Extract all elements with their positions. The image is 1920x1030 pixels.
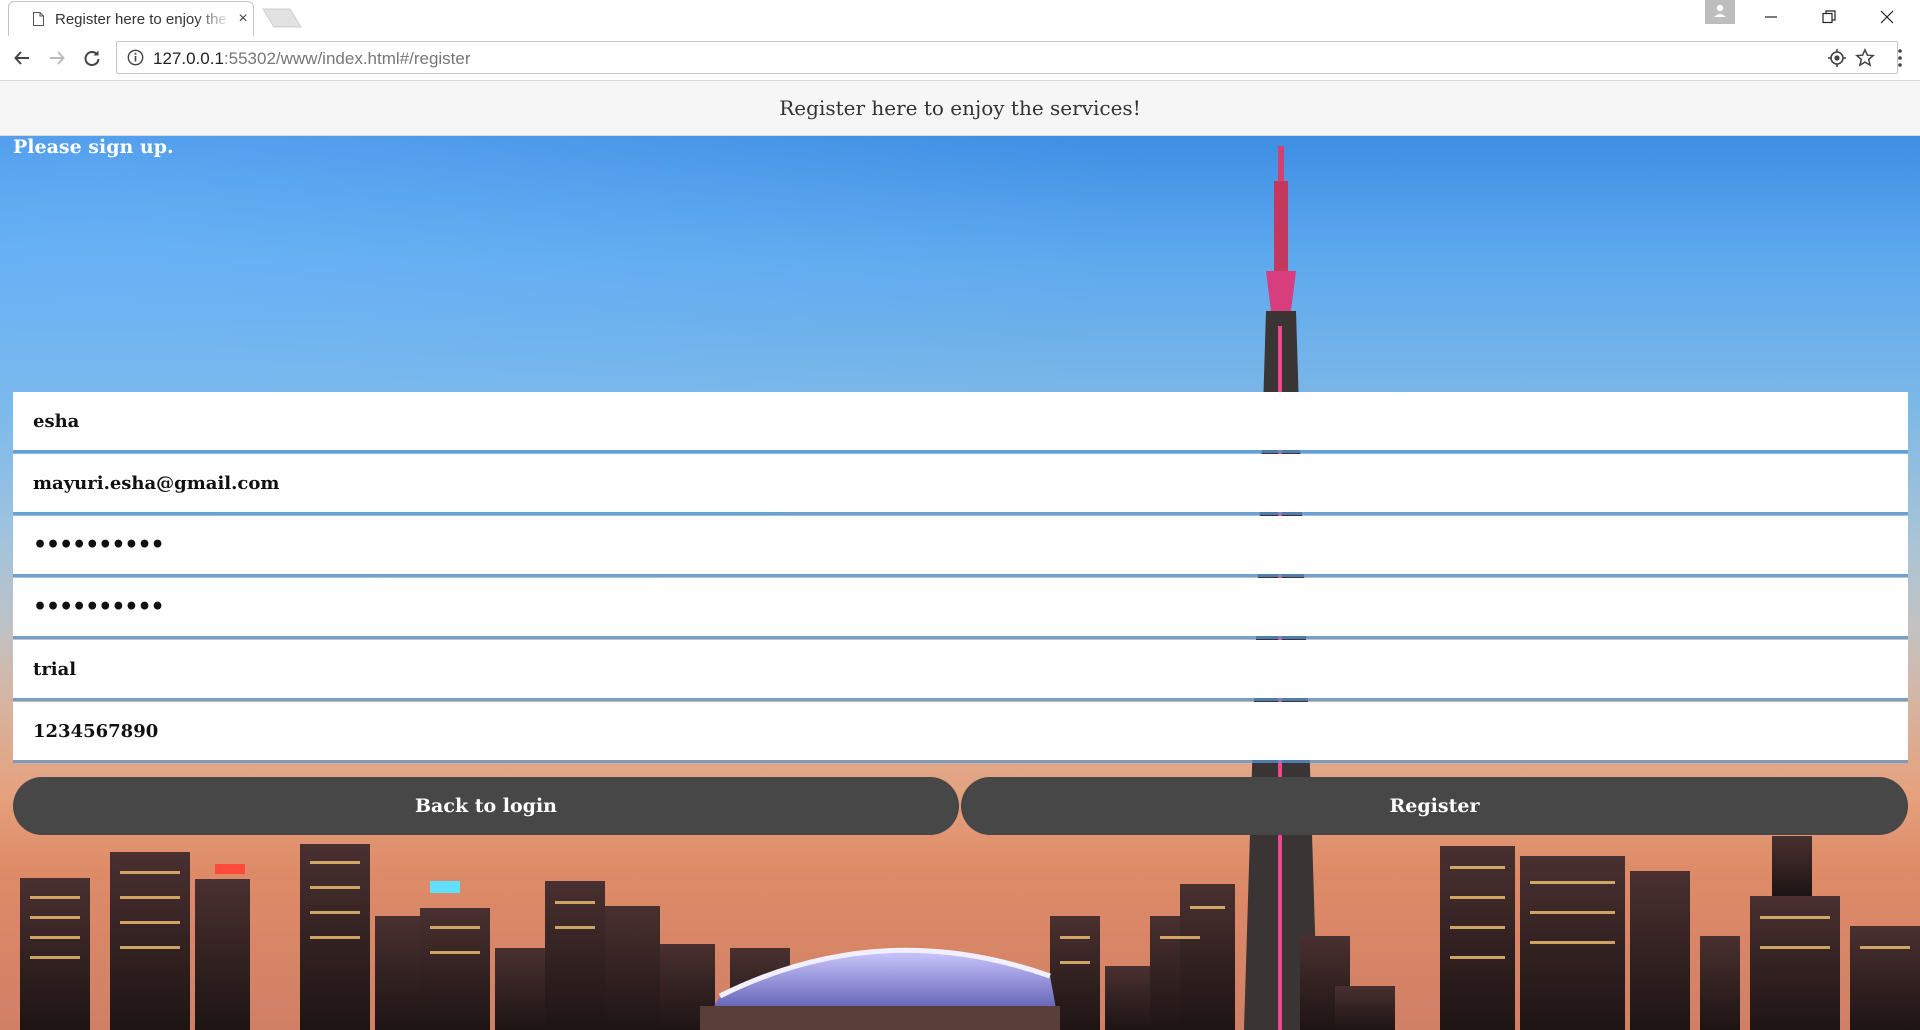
more-menu-icon[interactable] xyxy=(1892,46,1908,70)
register-button[interactable]: Register xyxy=(961,777,1908,835)
username-field[interactable] xyxy=(13,640,1908,698)
new-tab-button[interactable] xyxy=(262,8,302,28)
browser-tab[interactable]: Register here to enjoy the services! × xyxy=(8,1,254,36)
browser-toolbar: 127.0.0.1:55302/www/index.html#/register xyxy=(0,36,1920,81)
name-field[interactable] xyxy=(13,392,1908,450)
page-header: Register here to enjoy the services! xyxy=(0,81,1920,136)
password-field[interactable] xyxy=(13,516,1908,574)
restore-button[interactable] xyxy=(1800,0,1858,34)
bookmark-star-icon[interactable] xyxy=(1855,48,1875,68)
confirm-password-field[interactable] xyxy=(13,578,1908,636)
email-field[interactable] xyxy=(13,454,1908,512)
url-text[interactable]: 127.0.0.1:55302/www/index.html#/register xyxy=(153,49,471,69)
page-viewport: Register here to enjoy the services! Ple… xyxy=(0,81,1920,1030)
profile-icon[interactable] xyxy=(1705,0,1735,24)
tab-close-icon[interactable]: × xyxy=(235,10,251,28)
tab-title: Register here to enjoy the services! xyxy=(55,11,231,28)
close-window-button[interactable] xyxy=(1858,0,1916,34)
back-arrow-icon[interactable] xyxy=(8,44,36,72)
location-icon[interactable] xyxy=(1827,48,1847,68)
site-info-icon[interactable] xyxy=(127,49,144,66)
minimize-button[interactable] xyxy=(1742,0,1800,34)
forward-arrow-icon[interactable] xyxy=(43,44,71,72)
page-icon xyxy=(33,12,44,26)
browser-titlebar: Register here to enjoy the services! × xyxy=(0,0,1920,36)
address-bar[interactable]: 127.0.0.1:55302/www/index.html#/register xyxy=(116,41,1898,74)
url-host: 127.0.0.1 xyxy=(153,49,224,68)
signup-prompt: Please sign up. xyxy=(13,136,174,158)
phone-field[interactable] xyxy=(13,702,1908,760)
back-to-login-button[interactable]: Back to login xyxy=(13,777,959,835)
url-path: :55302/www/index.html#/register xyxy=(223,49,471,68)
reload-icon[interactable] xyxy=(78,44,106,72)
